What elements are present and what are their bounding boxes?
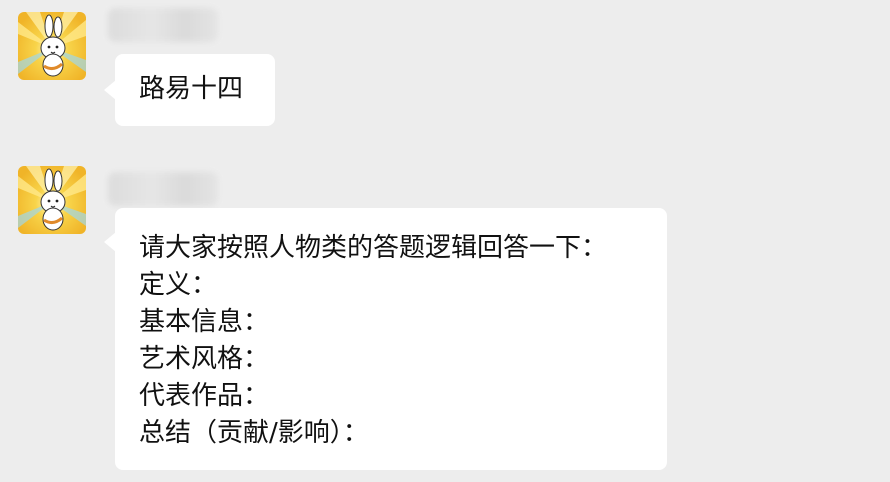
message-line: 请大家按照人物类的答题逻辑回答一下： — [139, 233, 608, 263]
message-line: 代表作品： — [139, 381, 270, 411]
sender-avatar[interactable] — [18, 166, 86, 234]
sender-name — [108, 8, 218, 42]
message-line: 艺术风格： — [139, 344, 270, 374]
message-bubble[interactable]: 路易十四 — [104, 54, 275, 126]
sender-name — [108, 172, 218, 206]
bunny-cartoon-avatar-icon — [18, 166, 86, 234]
message-line: 定义： — [139, 270, 218, 300]
message-line: 基本信息： — [139, 307, 270, 337]
message-line: 总结（贡献/影响）： — [139, 418, 369, 448]
message-bubble[interactable]: 请大家按照人物类的答题逻辑回答一下： 定义： 基本信息： 艺术风格： 代表作品：… — [104, 208, 667, 470]
chat-message: 路易十四 — [0, 0, 890, 140]
message-text: 路易十四 — [139, 74, 244, 104]
bunny-cartoon-avatar-icon — [18, 12, 86, 80]
sender-avatar[interactable] — [18, 12, 86, 80]
chat-message: 请大家按照人物类的答题逻辑回答一下： 定义： 基本信息： 艺术风格： 代表作品：… — [0, 160, 890, 482]
